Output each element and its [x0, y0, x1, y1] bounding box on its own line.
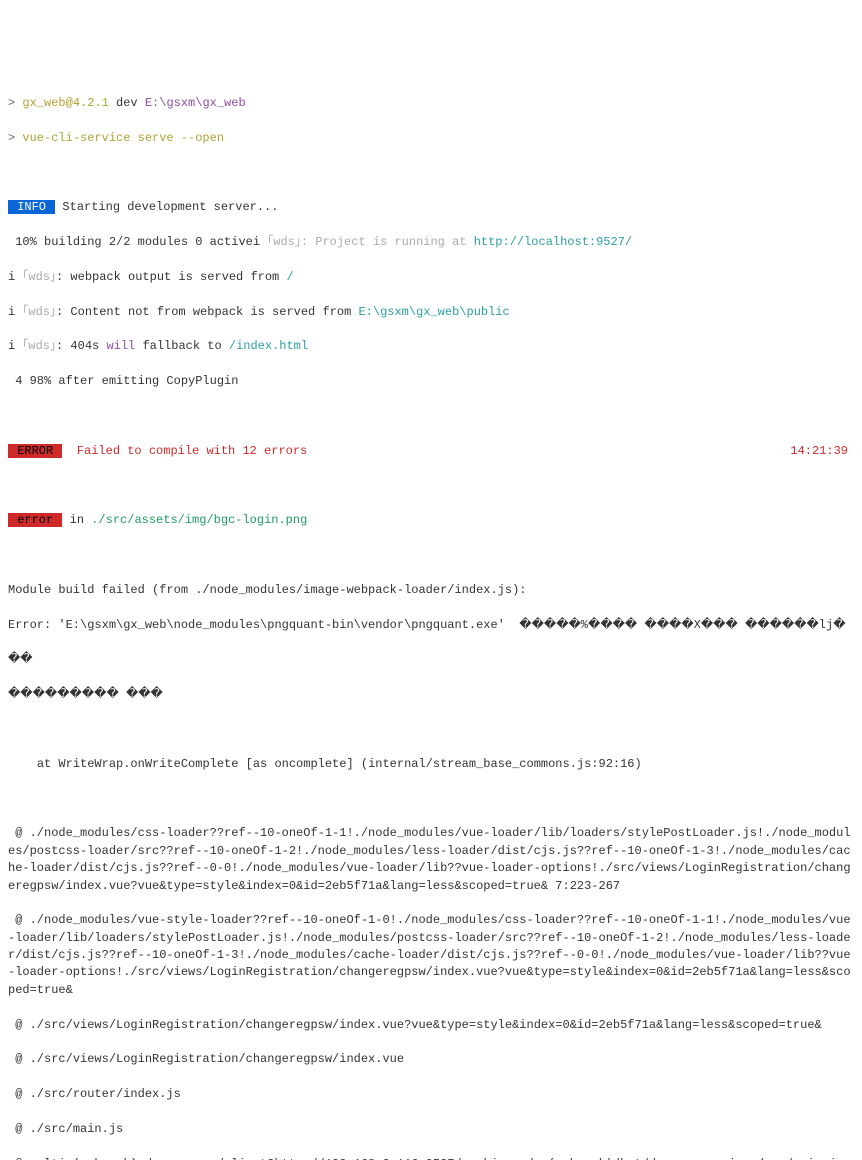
- at-ref-6: @ ./src/main.js: [8, 1121, 854, 1138]
- error-1-header: error in ./src/assets/img/bgc-login.png: [8, 512, 854, 529]
- cwd-path: E:\gsxm\gx_web: [145, 96, 246, 110]
- pkg-name: gx_web@4.2.1: [22, 96, 108, 110]
- at-ref-2: @ ./node_modules/vue-style-loader??ref--…: [8, 912, 854, 999]
- wds-line-2: i ｢wds｣: webpack output is served from /: [8, 269, 854, 286]
- cmd-line-2: > vue-cli-service serve --open: [8, 130, 854, 147]
- prompt: >: [8, 96, 22, 110]
- wds-line-3: i ｢wds｣: Content not from webpack is ser…: [8, 304, 854, 321]
- module-fail-1: Module build failed (from ./node_modules…: [8, 582, 854, 599]
- serve-cmd: vue-cli-service serve --open: [22, 131, 224, 145]
- terminal-output: > gx_web@4.2.1 dev E:\gsxm\gx_web > vue-…: [8, 78, 854, 1160]
- error-badge: ERROR: [8, 444, 62, 458]
- at-ref-3: @ ./src/views/LoginRegistration/changere…: [8, 1017, 854, 1034]
- fail-time: 14:21:39: [790, 443, 854, 460]
- stack-trace: at WriteWrap.onWriteComplete [as oncompl…: [8, 756, 854, 773]
- at-ref-1: @ ./node_modules/css-loader??ref--10-one…: [8, 825, 854, 895]
- at-ref-5: @ ./src/router/index.js: [8, 1086, 854, 1103]
- fail-msg: Failed to compile with 12 errors: [62, 444, 307, 458]
- error-file-1: ./src/assets/img/bgc-login.png: [91, 513, 307, 527]
- at-ref-4: @ ./src/views/LoginRegistration/changere…: [8, 1051, 854, 1068]
- error-badge: error: [8, 513, 62, 527]
- at-ref-7: @ multi (webpack)-dev-server/client?http…: [8, 1156, 854, 1160]
- compile-failed: ERROR Failed to compile with 12 errors 14…: [8, 443, 854, 460]
- emit-line: 4 98% after emitting CopyPlugin: [8, 373, 854, 390]
- garble-1: ��: [8, 651, 854, 668]
- i-marker: i: [253, 235, 260, 249]
- info-badge: INFO: [8, 200, 55, 214]
- garble-2: ��������� ���: [8, 686, 854, 703]
- cmd-line-1: > gx_web@4.2.1 dev E:\gsxm\gx_web: [8, 95, 854, 112]
- local-url: http://localhost:9527/: [474, 235, 632, 249]
- wds-line-4: i ｢wds｣: 404s will fallback to /index.ht…: [8, 338, 854, 355]
- build-progress: 10% building 2/2 modules 0 activei ｢wds｣…: [8, 234, 854, 251]
- err-detail-1: Error: 'E:\gsxm\gx_web\node_modules\pngq…: [8, 617, 854, 634]
- info-start: INFO Starting development server...: [8, 199, 854, 216]
- public-path: E:\gsxm\gx_web\public: [358, 305, 509, 319]
